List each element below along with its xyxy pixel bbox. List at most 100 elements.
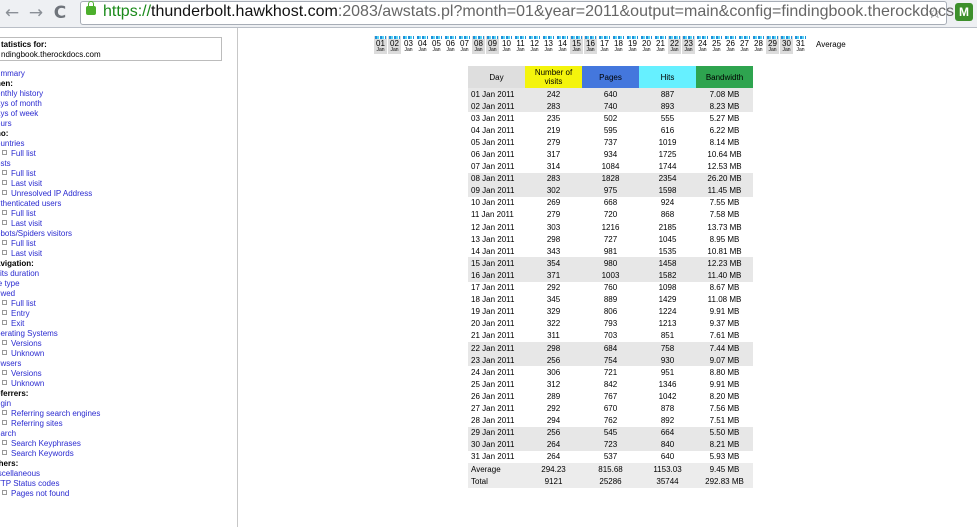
sidebar-item[interactable]: ummary (0, 69, 100, 79)
cell-day: 17 Jan 2011 (471, 283, 515, 293)
table-row: 24 Jan 2011 306 721 951 8.80 MB (468, 366, 753, 378)
cell-visits: 345 (546, 295, 561, 305)
sidebar-item[interactable]: iscellaneous (0, 469, 100, 479)
cell-bandwidth: 7.51 MB (709, 416, 740, 426)
sidebar-item[interactable]: owsers (0, 359, 100, 369)
table-row: 19 Jan 2011 329 806 1224 9.91 MB (468, 306, 753, 318)
cell-visits: 294 (546, 416, 561, 426)
sidebar-item[interactable]: Search Keyphrases (0, 439, 100, 449)
sidebar-item[interactable]: Full list (0, 169, 100, 179)
sidebar-item[interactable]: Exit (0, 319, 100, 329)
cell-hits: 1213 (658, 319, 677, 329)
table-row: 01 Jan 2011 242 640 887 7.08 MB (468, 88, 753, 101)
cell-visits: 283 (525, 100, 582, 113)
url-text[interactable]: https://thunderbolt.hawkhost.com:2083/aw… (103, 3, 958, 21)
sidebar-item[interactable]: ays of week (0, 109, 100, 119)
sidebar-item[interactable]: ountries (0, 139, 100, 149)
sidebar-item[interactable]: Unknown (0, 379, 100, 389)
sidebar-item[interactable]: Last visit (0, 219, 100, 229)
sidebar-item: thers: (0, 459, 19, 468)
cell-pages: 740 (582, 100, 639, 113)
cell-day: 25 Jan 2011 (471, 379, 515, 389)
sidebar-item[interactable]: earch (0, 429, 100, 439)
cell-hits: 851 (660, 331, 675, 341)
left-menu-frame: tatistics for: ndingbook.therockdocs.com… (0, 28, 238, 527)
cell-day: 18 Jan 2011 (471, 295, 515, 305)
cell-visits: 298 (525, 341, 582, 355)
cell-bandwidth: 11.45 MB (696, 184, 753, 197)
sidebar-item[interactable]: Pages not found (0, 489, 100, 499)
day-month: Jan (754, 47, 763, 53)
table-row: 17 Jan 2011 292 760 1098 8.67 MB (468, 282, 753, 294)
cell-bandwidth: 5.93 MB (709, 452, 740, 462)
day-month: Jan (796, 47, 805, 53)
sidebar-item[interactable]: osts (0, 159, 100, 169)
sidebar-item[interactable]: Last visit (0, 249, 100, 259)
sidebar-item[interactable]: TTP Status codes (0, 479, 100, 489)
sidebar-item[interactable]: Versions (0, 369, 100, 379)
day-month: Jan (516, 47, 525, 53)
cell-visits: 329 (546, 307, 561, 317)
table-row: 12 Jan 2011 303 1216 2185 13.73 MB (468, 221, 753, 233)
bookmark-star-icon[interactable]: ☆ (928, 3, 942, 22)
sidebar-item[interactable]: Versions (0, 339, 100, 349)
sidebar-item[interactable]: ours (0, 119, 100, 129)
sidebar-item: avigation: (0, 259, 34, 268)
table-row: 21 Jan 2011 311 703 851 7.61 MB (468, 330, 753, 342)
sidebar-item[interactable]: Last visit (0, 179, 100, 189)
reload-icon[interactable]: C (50, 3, 70, 23)
sidebar-item[interactable]: le type (0, 279, 100, 289)
cell-bandwidth: 10.64 MB (707, 150, 742, 160)
day-column: 31 Jan (794, 36, 807, 54)
day-column: 03 Jan (402, 36, 415, 54)
cell-visits: 312 (546, 379, 561, 389)
sidebar-item[interactable]: rigin (0, 399, 100, 409)
cell-pages: 640 (582, 88, 639, 101)
sidebar-item[interactable]: onthly history (0, 89, 100, 99)
sidebar-item[interactable]: Full list (0, 149, 100, 159)
back-arrow-icon[interactable]: ← (2, 3, 22, 23)
sidebar-item[interactable]: Full list (0, 299, 100, 309)
day-column: 17 Jan (598, 36, 611, 54)
sidebar-item[interactable]: ewed (0, 289, 100, 299)
sidebar-item[interactable]: Unknown (0, 349, 100, 359)
cell-day: 19 Jan 2011 (471, 307, 515, 317)
cell-bandwidth: 11.08 MB (707, 295, 742, 305)
cell-hits: 887 (639, 88, 696, 101)
sidebar-item[interactable]: Full list (0, 239, 100, 249)
sidebar-item[interactable]: Full list (0, 209, 100, 219)
sidebar-item[interactable]: Referring search engines (0, 409, 100, 419)
cell-pages: 684 (582, 341, 639, 355)
table-row: 30 Jan 2011 264 723 840 8.21 MB (468, 438, 753, 451)
table-row: 31 Jan 2011 264 537 640 5.93 MB (468, 451, 753, 463)
cell-hits: 1744 (658, 162, 677, 172)
sidebar-item[interactable]: obots/Spiders visitors (0, 229, 100, 239)
sidebar-item[interactable]: uthenticated users (0, 199, 100, 209)
cell-bandwidth: 7.61 MB (709, 331, 740, 341)
sidebar-item[interactable]: perating Systems (0, 329, 100, 339)
cell-hits: 1535 (658, 246, 677, 256)
cell-day: 31 Jan 2011 (471, 452, 515, 462)
cell-bandwidth: 11.40 MB (696, 269, 753, 282)
cell-day: 26 Jan 2011 (471, 391, 515, 401)
day-month: Jan (530, 47, 539, 53)
sidebar-item[interactable]: Referring sites (0, 419, 100, 429)
sidebar-item[interactable]: ays of month (0, 99, 100, 109)
sidebar-item[interactable]: Unresolved IP Address (0, 189, 100, 199)
day-column: 09 Jan (486, 36, 499, 54)
cell-bandwidth: 8.20 MB (709, 391, 740, 401)
table-row: 05 Jan 2011 279 737 1019 8.14 MB (468, 136, 753, 148)
sidebar-item[interactable]: Search Keywords (0, 449, 100, 459)
sidebar-item[interactable]: sits duration (0, 269, 100, 279)
cell-hits: 1045 (658, 234, 677, 244)
cell-day: 09 Jan 2011 (468, 184, 525, 197)
cell-pages: 723 (582, 438, 639, 451)
table-row: 08 Jan 2011 283 1828 2354 26.20 MB (468, 172, 753, 185)
address-bar[interactable]: https://thunderbolt.hawkhost.com:2083/aw… (80, 1, 958, 25)
forward-arrow-icon[interactable]: → (26, 3, 46, 23)
cell-visits: 256 (525, 426, 582, 439)
sidebar-item[interactable]: Entry (0, 309, 100, 319)
extension-icon[interactable]: M (955, 3, 973, 21)
cell-bandwidth: 9.91 MB (709, 307, 740, 317)
cell-visits: 311 (547, 331, 560, 341)
